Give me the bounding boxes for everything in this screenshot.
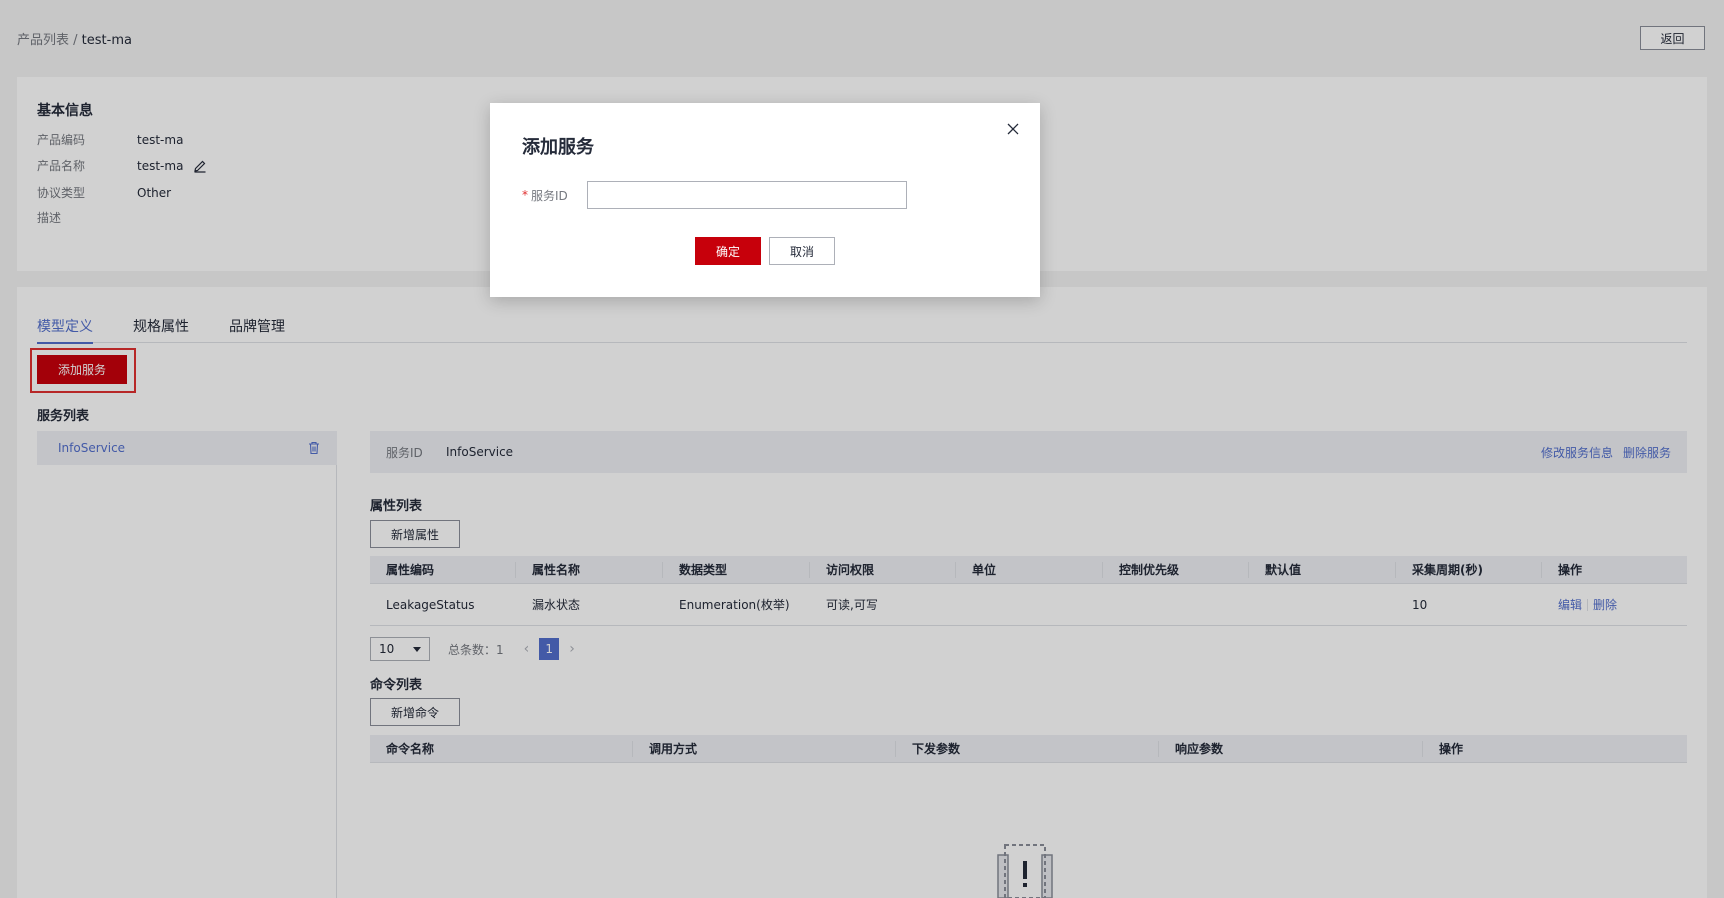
service-id-field: * 服务ID <box>522 181 907 209</box>
close-icon[interactable] <box>1006 122 1020 136</box>
confirm-button[interactable]: 确定 <box>695 237 761 265</box>
dialog-title: 添加服务 <box>522 137 594 158</box>
required-mark: * <box>522 188 528 202</box>
service-id-field-label: 服务ID <box>531 188 568 203</box>
service-id-input[interactable] <box>587 181 907 209</box>
cancel-button[interactable]: 取消 <box>769 237 835 265</box>
add-service-dialog: 添加服务 * 服务ID 确定 取消 <box>490 103 1040 297</box>
